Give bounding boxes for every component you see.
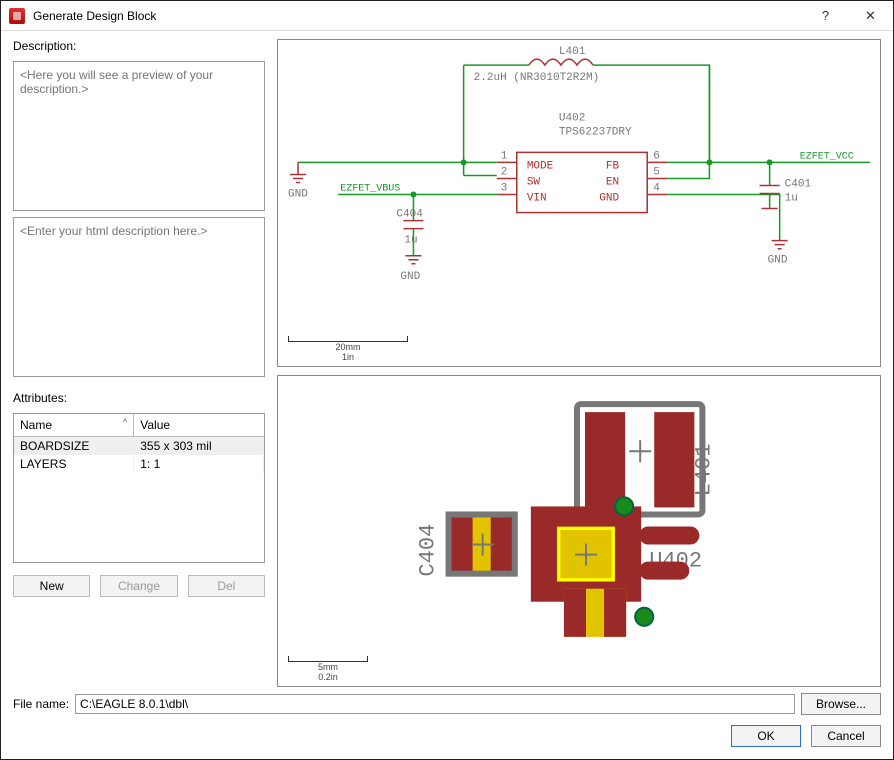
svg-text:2.2uH (NR3010T2R2M): 2.2uH (NR3010T2R2M) <box>474 72 600 84</box>
svg-text:4: 4 <box>653 182 660 194</box>
del-button[interactable]: Del <box>188 575 265 597</box>
layout-svg: .cp{fill:#9a2a2a} .sm{fill:#e2c300} .sl{… <box>278 376 880 667</box>
svg-text:L401: L401 <box>691 443 716 496</box>
svg-text:5: 5 <box>653 166 660 178</box>
svg-text:MODE: MODE <box>527 160 554 172</box>
browse-button[interactable]: Browse... <box>801 693 881 715</box>
help-button[interactable]: ? <box>803 1 848 31</box>
table-row[interactable]: BOARDSIZE 355 x 303 mil <box>14 437 264 456</box>
svg-text:1u: 1u <box>785 193 798 205</box>
ok-button[interactable]: OK <box>731 725 801 747</box>
right-column: .w{stroke:#159a25;stroke-width:1.5;fill:… <box>277 39 881 687</box>
attr-button-row: New Change Del <box>13 575 265 597</box>
svg-text:TPS62237DRY: TPS62237DRY <box>559 126 632 138</box>
left-column: Description: Attributes: Name ^ Value <box>13 39 265 687</box>
svg-text:GND: GND <box>288 189 308 201</box>
svg-text:EN: EN <box>606 176 619 188</box>
main-split: Description: Attributes: Name ^ Value <box>13 39 881 687</box>
change-button[interactable]: Change <box>100 575 177 597</box>
svg-text:VIN: VIN <box>527 193 547 205</box>
svg-text:1: 1 <box>501 150 508 162</box>
description-preview <box>13 61 265 211</box>
file-row: File name: Browse... <box>13 693 881 715</box>
svg-text:C404: C404 <box>396 209 423 221</box>
col-value-header[interactable]: Value <box>134 414 264 437</box>
layout-scale: 5mm 0.2in <box>288 656 368 682</box>
new-button[interactable]: New <box>13 575 90 597</box>
schematic-preview: .w{stroke:#159a25;stroke-width:1.5;fill:… <box>277 39 881 367</box>
schematic-svg: .w{stroke:#159a25;stroke-width:1.5;fill:… <box>278 40 880 351</box>
svg-text:U402: U402 <box>559 112 585 124</box>
layout-preview: .cp{fill:#9a2a2a} .sm{fill:#e2c300} .sl{… <box>277 375 881 687</box>
attributes-label: Attributes: <box>13 391 265 405</box>
attributes-table[interactable]: Name ^ Value BOARDSIZE 355 x 303 mil <box>13 413 265 563</box>
description-label: Description: <box>13 39 265 53</box>
close-button[interactable]: ✕ <box>848 1 893 31</box>
svg-text:GND: GND <box>400 271 420 283</box>
titlebar: Generate Design Block ? ✕ <box>1 1 893 31</box>
cancel-button[interactable]: Cancel <box>811 725 881 747</box>
svg-text:EZFET_VCC: EZFET_VCC <box>800 151 854 162</box>
dialog-window: Generate Design Block ? ✕ Description: A… <box>0 0 894 760</box>
sort-caret-icon: ^ <box>123 417 127 427</box>
col-name-header[interactable]: Name <box>20 418 52 432</box>
schematic-scale: 20mm 1in <box>288 336 408 362</box>
svg-text:SW: SW <box>527 176 541 188</box>
svg-text:C401: C401 <box>785 178 812 190</box>
svg-text:GND: GND <box>768 255 788 267</box>
svg-text:FB: FB <box>606 160 620 172</box>
dialog-body: Description: Attributes: Name ^ Value <box>1 31 893 759</box>
svg-text:6: 6 <box>653 150 660 162</box>
window-title: Generate Design Block <box>33 9 803 23</box>
svg-text:L401: L401 <box>559 46 586 58</box>
svg-text:2: 2 <box>501 166 508 178</box>
svg-text:3: 3 <box>501 182 508 194</box>
file-name-label: File name: <box>13 697 69 711</box>
table-row[interactable]: LAYERS 1: 1 <box>14 455 264 473</box>
footer-buttons: OK Cancel <box>13 725 881 747</box>
file-path-input[interactable] <box>75 694 795 714</box>
description-input[interactable] <box>13 217 265 377</box>
svg-text:EZFET_VBUS: EZFET_VBUS <box>340 183 400 194</box>
svg-text:GND: GND <box>599 193 619 205</box>
app-icon <box>9 8 25 24</box>
svg-text:1u: 1u <box>404 235 417 247</box>
svg-text:C404: C404 <box>416 523 441 576</box>
